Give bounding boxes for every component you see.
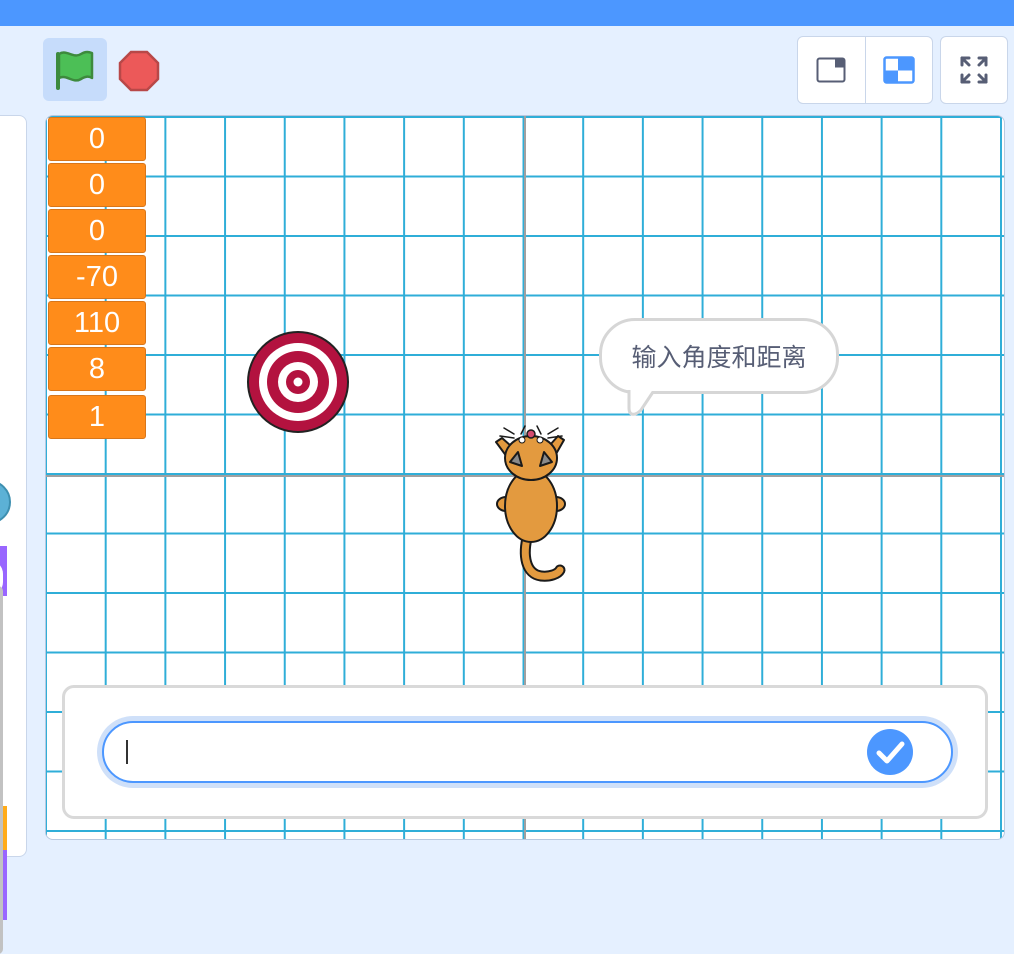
variable-monitor[interactable]: 0 — [48, 117, 146, 161]
ask-prompt-box — [62, 685, 988, 819]
code-area-panel: 50 — [0, 115, 27, 954]
normal-stage-icon — [883, 56, 915, 84]
variable-monitor[interactable]: -70 — [48, 255, 146, 299]
speech-bubble-tail — [627, 386, 655, 416]
stage[interactable]: 0 0 0 -70 110 8 1 输入角度和距离 — [45, 115, 1005, 840]
variable-monitor[interactable]: 0 — [48, 209, 146, 253]
variable-monitor[interactable]: 110 — [48, 301, 146, 345]
target-sprite[interactable] — [246, 330, 350, 434]
fullscreen-button[interactable] — [940, 36, 1008, 104]
green-flag-icon — [56, 50, 94, 90]
variable-monitor[interactable]: 0 — [48, 163, 146, 207]
ask-answer-input[interactable] — [102, 721, 953, 783]
code-area-scrollbar[interactable] — [0, 586, 3, 954]
speech-bubble: 输入角度和距离 — [599, 318, 839, 394]
stop-icon — [118, 50, 160, 92]
ask-input-focus-ring — [97, 716, 958, 788]
normal-stage-button[interactable] — [866, 37, 933, 103]
variable-monitor[interactable]: 1 — [48, 395, 146, 439]
stop-button[interactable] — [116, 48, 162, 94]
speech-bubble-text: 输入角度和距离 — [631, 343, 807, 372]
check-icon[interactable] — [866, 728, 914, 776]
text-caret — [126, 740, 128, 764]
stage-size-toggle — [797, 36, 933, 104]
fullscreen-icon — [960, 56, 988, 84]
block-reporter-circle[interactable] — [0, 480, 11, 524]
small-stage-button[interactable] — [798, 37, 866, 103]
cat-sprite[interactable] — [476, 416, 576, 586]
green-flag-button[interactable] — [43, 38, 107, 101]
top-menu-bar — [0, 0, 1014, 26]
variable-monitor[interactable]: 8 — [48, 347, 146, 391]
small-stage-icon — [816, 57, 846, 83]
